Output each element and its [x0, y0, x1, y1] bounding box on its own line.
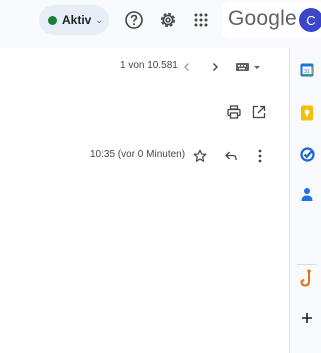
- addon-icon[interactable]: [299, 269, 315, 287]
- status-dot: [48, 15, 57, 25]
- top-bar: Aktiv ⌄ Google C: [0, 0, 321, 48]
- avatar[interactable]: C: [299, 8, 321, 32]
- settings-icon[interactable]: [156, 8, 180, 32]
- account-area: Google C: [222, 1, 321, 39]
- status-chip[interactable]: Aktiv ⌄: [39, 5, 109, 35]
- google-logo[interactable]: Google: [228, 7, 297, 31]
- star-icon[interactable]: [191, 147, 209, 165]
- chevron-left-icon[interactable]: [178, 58, 196, 76]
- side-panel-rail: 31: [291, 48, 321, 353]
- keyboard-icon[interactable]: [235, 60, 263, 74]
- tasks-icon[interactable]: [299, 146, 315, 162]
- svg-text:31: 31: [304, 69, 310, 75]
- pager: 1 von 10.581: [0, 58, 290, 78]
- chevron-right-icon[interactable]: [206, 58, 224, 76]
- print-icon[interactable]: [225, 103, 243, 121]
- rail-divider: [297, 264, 317, 265]
- chevron-down-icon: ⌄: [95, 14, 103, 25]
- message-timestamp: 10:35 (vor 0 Minuten): [90, 149, 186, 160]
- reply-icon[interactable]: [222, 147, 240, 165]
- help-icon[interactable]: [122, 8, 146, 32]
- pager-text: 1 von 10.581: [120, 60, 178, 71]
- keep-icon[interactable]: [299, 105, 315, 121]
- message-panel: 1 von 10.581 10:35 (vor 0 Minuten): [0, 48, 290, 353]
- open-in-new-icon[interactable]: [250, 103, 268, 121]
- calendar-icon[interactable]: 31: [299, 62, 315, 78]
- apps-grid-icon[interactable]: [189, 8, 213, 32]
- more-vert-icon[interactable]: [251, 147, 269, 165]
- add-icon[interactable]: [299, 310, 315, 326]
- contacts-icon[interactable]: [299, 186, 315, 202]
- status-label: Aktiv: [62, 13, 92, 27]
